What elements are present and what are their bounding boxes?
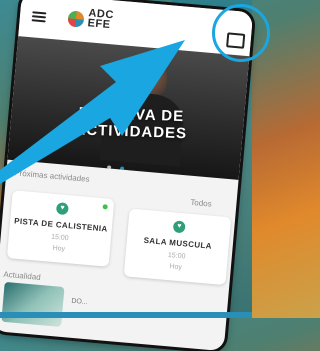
news-item-label[interactable]: DO...	[71, 298, 88, 306]
status-dot	[102, 204, 108, 210]
bottom-band	[0, 312, 252, 318]
logo-text-line2: EFE	[87, 17, 111, 32]
carousel-dot[interactable]	[106, 165, 112, 170]
hamburger-menu-icon[interactable]	[31, 11, 47, 23]
carousel-dots[interactable]	[106, 156, 131, 176]
hero-title: RESERVA DE ACTIVIDADES	[31, 103, 232, 144]
activity-card[interactable]: ♥ PISTA DE CALISTENIA 15:00 Hoy	[6, 190, 115, 267]
heart-icon: ♥	[172, 220, 186, 234]
heart-icon: ♥	[55, 202, 69, 216]
hero-banner[interactable]: RESERVA DE ACTIVIDADES	[7, 36, 250, 180]
logo-text: ADC EFE	[87, 7, 114, 32]
app-logo: ADC EFE	[67, 4, 129, 39]
see-all-link[interactable]: Todos	[190, 198, 212, 209]
logo-mark-icon	[67, 10, 85, 28]
news-thumbnail[interactable]	[1, 281, 65, 327]
upcoming-section-title: Próximas actividades	[13, 168, 91, 184]
activity-card[interactable]: ♥ SALA MUSCULA 15:00 Hoy	[123, 208, 232, 286]
annotation-circle	[212, 4, 270, 62]
phone-screen: ADC EFE RESERVA DE ACTIVIDADES Próximas …	[0, 0, 254, 351]
news-section-title: Actualidad	[3, 269, 42, 282]
carousel-dot-active[interactable]	[120, 166, 125, 171]
